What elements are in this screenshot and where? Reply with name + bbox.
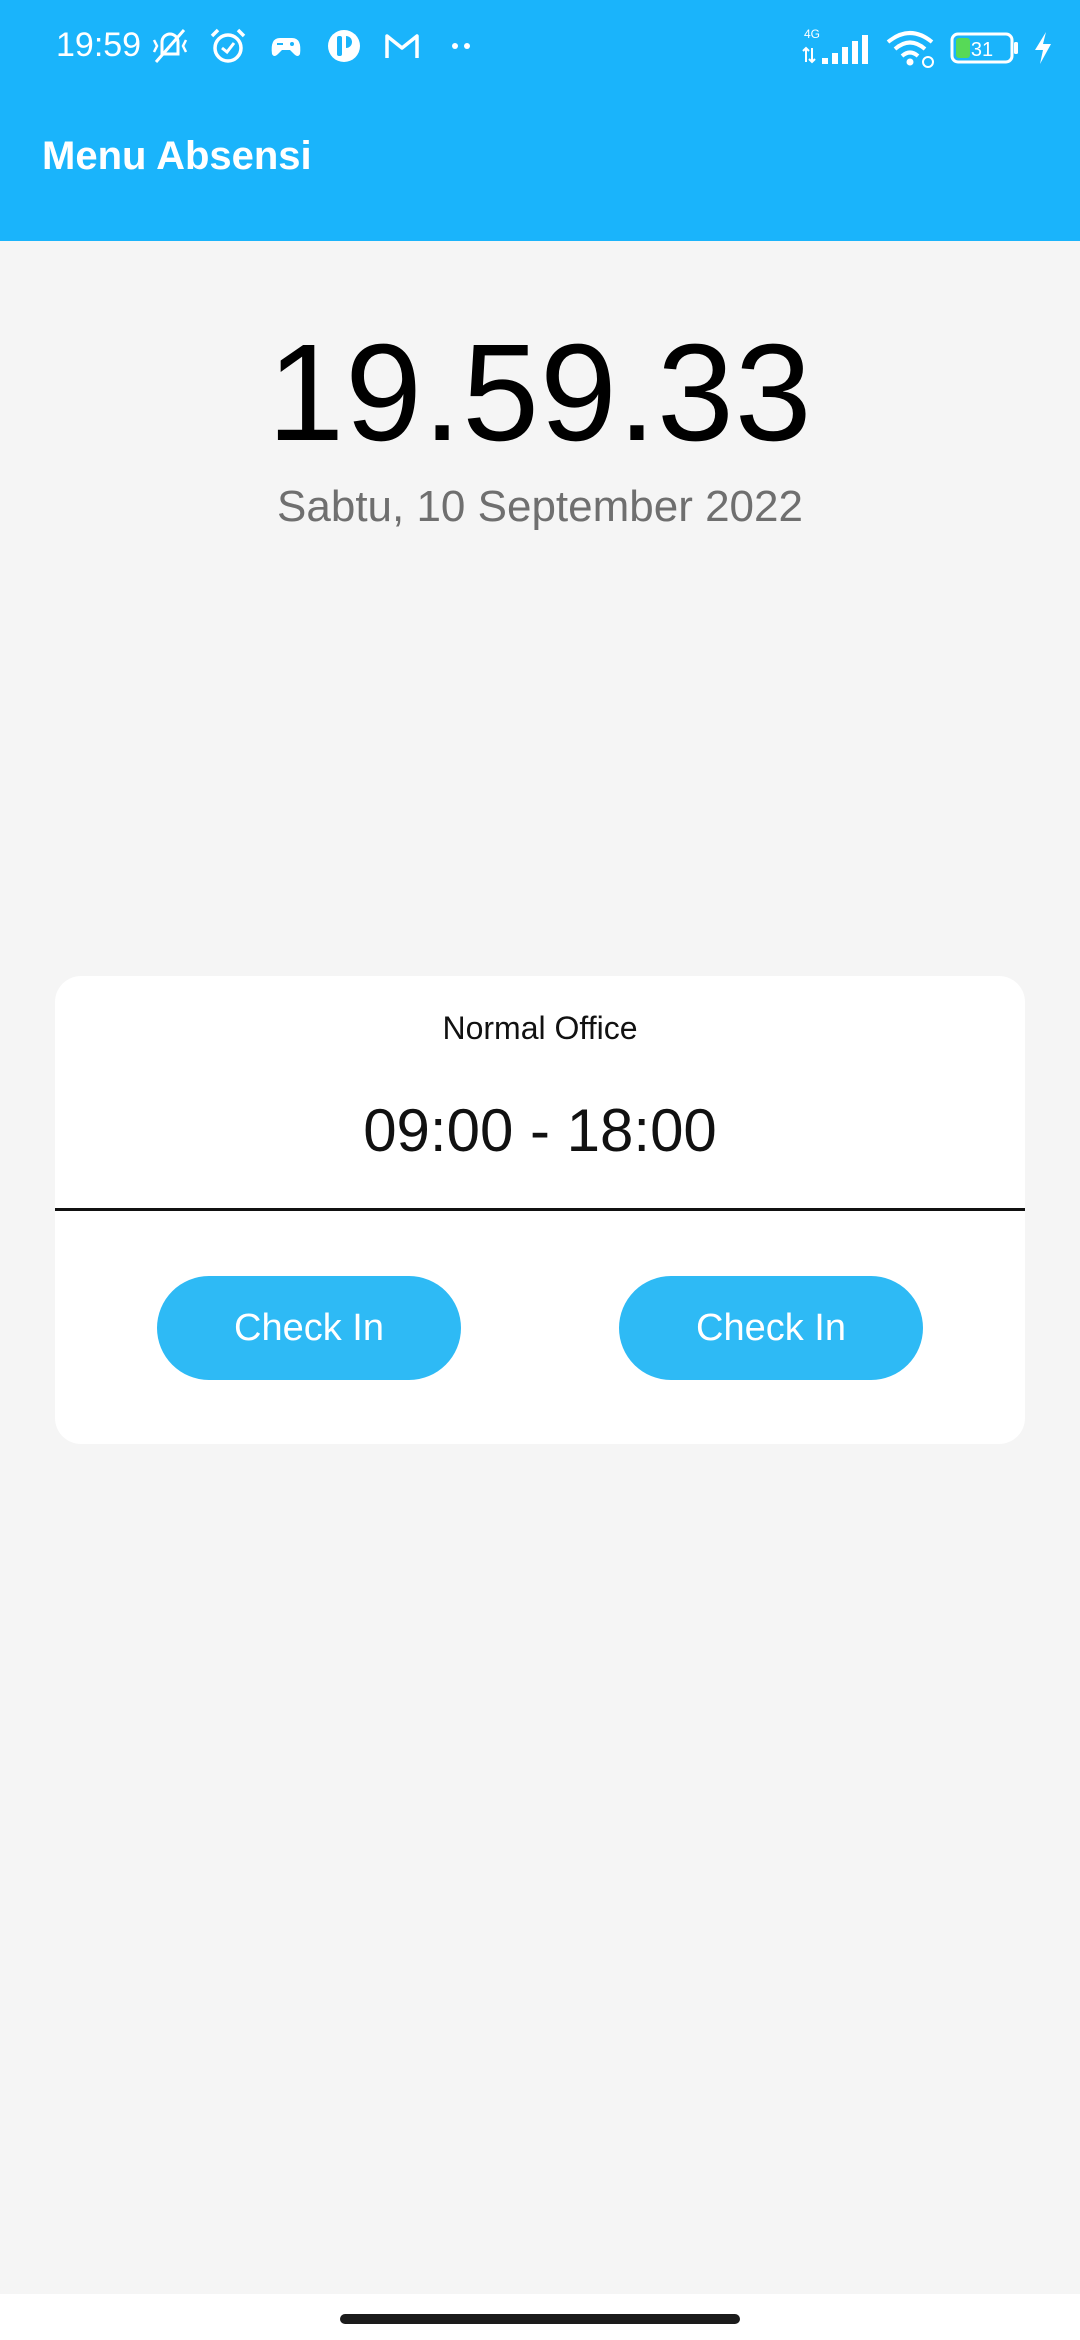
game-controller-icon	[271, 38, 301, 56]
status-time: 19:59	[56, 26, 142, 64]
charging-icon	[1035, 32, 1051, 64]
status-right-icons: 4G 31	[802, 24, 1054, 72]
current-time: 19.59.33	[267, 316, 813, 470]
gmail-icon	[385, 34, 419, 58]
status-left-icons	[148, 24, 482, 68]
network-type-label: 4G	[804, 27, 820, 41]
app-icon	[328, 30, 360, 62]
shift-hours: 09:00 - 18:00	[363, 1097, 717, 1164]
alarm-icon	[210, 28, 246, 63]
check-in-button[interactable]: Check In	[157, 1276, 461, 1380]
home-indicator[interactable]	[340, 2314, 740, 2324]
battery-icon: 31	[950, 32, 1018, 64]
signal-icon: 4G	[802, 27, 868, 64]
divider	[55, 1208, 1025, 1211]
page-title: Menu Absensi	[42, 134, 312, 178]
battery-level: 31	[971, 39, 993, 61]
shift-name: Normal Office	[442, 1010, 638, 1046]
more-dots-icon	[452, 43, 470, 49]
app-bar: 19:59 4G 31 Menu Absensi	[0, 0, 1080, 241]
vibrate-off-icon	[152, 29, 188, 63]
current-date: Sabtu, 10 September 2022	[277, 482, 803, 531]
check-in-button-secondary[interactable]: Check In	[619, 1276, 923, 1380]
wifi-icon	[886, 31, 934, 68]
shift-card: Normal Office 09:00 - 18:00 Check In Che…	[55, 976, 1025, 1444]
status-bar: 19:59 4G 31	[0, 0, 1080, 96]
